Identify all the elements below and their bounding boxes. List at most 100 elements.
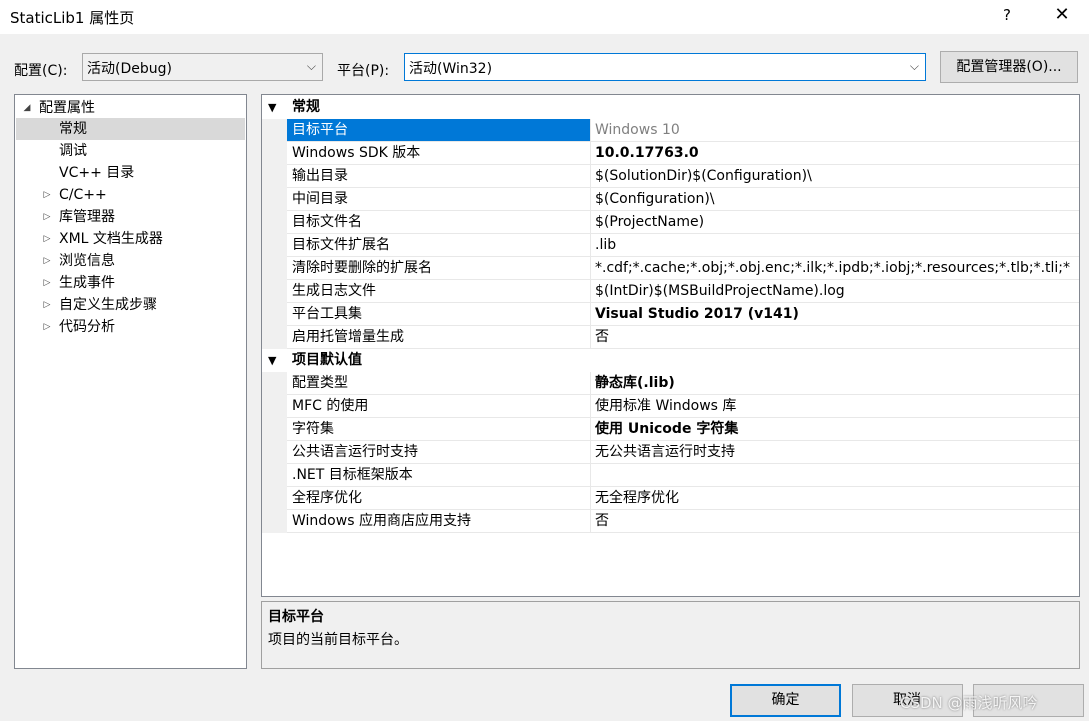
collapsed-triangle-icon[interactable]: ▷ [41,250,53,272]
tree-item-debugging[interactable]: 调试 [59,140,87,162]
category-project-defaults[interactable]: ▼ 项目默认值 [262,349,1079,372]
collapse-chevron-icon[interactable]: ▼ [268,96,276,119]
property-row[interactable]: 目标平台 Windows 10 [262,119,1079,142]
tree-item-label: 自定义生成步骤 [59,297,157,313]
configuration-manager-button[interactable]: 配置管理器(O)... [940,51,1078,83]
property-value[interactable]: Windows 10 [591,119,1079,142]
property-row[interactable]: Windows 应用商店应用支持 否 [262,510,1079,533]
property-row[interactable]: Windows SDK 版本 10.0.17763.0 [262,142,1079,165]
property-row[interactable]: 目标文件扩展名 .lib [262,234,1079,257]
property-name: 配置类型 [287,372,591,395]
property-value[interactable]: 否 [591,510,1079,533]
property-value[interactable]: 使用 Unicode 字符集 [591,418,1079,441]
category-label: 常规 [292,99,320,115]
property-row[interactable]: 生成日志文件 $(IntDir)$(MSBuildProjectName).lo… [262,280,1079,303]
help-button[interactable]: ? [999,6,1015,24]
property-row[interactable]: 公共语言运行时支持 无公共语言运行时支持 [262,441,1079,464]
property-name: 全程序优化 [287,487,591,510]
property-row[interactable]: 字符集 使用 Unicode 字符集 [262,418,1079,441]
property-name: 清除时要删除的扩展名 [287,257,591,280]
property-value[interactable]: 静态库(.lib) [591,372,1079,395]
property-name: 平台工具集 [287,303,591,326]
collapsed-triangle-icon[interactable]: ▷ [41,228,53,250]
property-value[interactable]: 无公共语言运行时支持 [591,441,1079,464]
property-grid[interactable]: ▼ 常规 目标平台 Windows 10 Windows SDK 版本 10.0… [261,94,1080,597]
property-value[interactable]: $(Configuration)\ [591,188,1079,211]
property-name: 公共语言运行时支持 [287,441,591,464]
collapsed-triangle-icon[interactable]: ▷ [41,184,53,206]
tree-item-build-events[interactable]: ▷ 生成事件 [41,272,241,294]
property-value[interactable]: *.cdf;*.cache;*.obj;*.obj.enc;*.ilk;*.ip… [591,257,1079,280]
tree-item-code-analysis[interactable]: ▷ 代码分析 [41,316,241,338]
property-value[interactable]: .lib [591,234,1079,257]
collapsed-triangle-icon[interactable]: ▷ [41,316,53,338]
tree-item-xml-doc-generator[interactable]: ▷ XML 文档生成器 [41,228,241,250]
property-row[interactable]: .NET 目标框架版本 [262,464,1079,487]
tree-item-librarian[interactable]: ▷ 库管理器 [41,206,241,228]
collapse-chevron-icon[interactable]: ▼ [268,349,276,372]
tree-item-c-cpp[interactable]: ▷ C/C++ [41,184,241,206]
property-row[interactable]: 清除时要删除的扩展名 *.cdf;*.cache;*.obj;*.obj.enc… [262,257,1079,280]
property-row[interactable]: 启用托管增量生成 否 [262,326,1079,349]
property-value[interactable]: $(ProjectName) [591,211,1079,234]
property-value[interactable] [591,464,1079,487]
ok-button[interactable]: 确定 [730,684,841,717]
collapsed-triangle-icon[interactable]: ▷ [41,206,53,228]
category-general[interactable]: ▼ 常规 [262,96,1079,119]
property-row[interactable]: 目标文件名 $(ProjectName) [262,211,1079,234]
property-row[interactable]: 输出目录 $(SolutionDir)$(Configuration)\ [262,165,1079,188]
configuration-dropdown[interactable]: 活动(Debug) ⌵ [82,53,323,81]
property-name: 字符集 [287,418,591,441]
property-name: 目标文件扩展名 [287,234,591,257]
tree-item-label: 配置属性 [39,100,95,116]
tree-item-browse-information[interactable]: ▷ 浏览信息 [41,250,241,272]
property-row[interactable]: 全程序优化 无全程序优化 [262,487,1079,510]
property-value[interactable]: 无全程序优化 [591,487,1079,510]
property-value[interactable]: $(IntDir)$(MSBuildProjectName).log [591,280,1079,303]
tree-item-vc-directories[interactable]: VC++ 目录 [59,162,134,184]
close-button[interactable]: ✕ [1052,4,1072,25]
tree-item-label: 调试 [59,143,87,159]
tree-item-label: 库管理器 [59,209,115,225]
property-name: .NET 目标框架版本 [287,464,591,487]
property-value[interactable]: $(SolutionDir)$(Configuration)\ [591,165,1079,188]
tree-item-label: 常规 [59,121,87,137]
description-title: 目标平台 [268,609,324,625]
tree-item-label: C/C++ [59,187,107,203]
property-name: 启用托管增量生成 [287,326,591,349]
property-value[interactable]: 10.0.17763.0 [591,142,1079,165]
property-row[interactable]: 中间目录 $(Configuration)\ [262,188,1079,211]
property-value[interactable]: Visual Studio 2017 (v141) [591,303,1079,326]
collapsed-triangle-icon[interactable]: ▷ [41,294,53,316]
chevron-down-icon: ⌵ [306,59,316,73]
property-name: Windows SDK 版本 [287,142,591,165]
platform-value: 活动(Win32) [409,61,493,77]
property-name: 目标平台 [287,119,591,142]
tree-item-label: 浏览信息 [59,253,115,269]
property-row[interactable]: MFC 的使用 使用标准 Windows 库 [262,395,1079,418]
property-row[interactable]: 平台工具集 Visual Studio 2017 (v141) [262,303,1079,326]
property-name: MFC 的使用 [287,395,591,418]
property-value[interactable]: 使用标准 Windows 库 [591,395,1079,418]
property-name: 中间目录 [287,188,591,211]
expanded-triangle-icon[interactable]: ◢ [21,97,33,119]
title-bar: StaticLib1 属性页 ? ✕ [0,0,1089,34]
collapsed-triangle-icon[interactable]: ▷ [41,272,53,294]
watermark: CSDN @雨浅听风吟 [900,694,1038,712]
property-name: 生成日志文件 [287,280,591,303]
property-name: 目标文件名 [287,211,591,234]
property-tree[interactable]: ◢ 配置属性 常规 调试 VC++ 目录 ▷ C/C++ ▷ 库管理器 ▷ XM… [14,94,247,669]
property-name: Windows 应用商店应用支持 [287,510,591,533]
property-row[interactable]: 配置类型 静态库(.lib) [262,372,1079,395]
platform-dropdown[interactable]: 活动(Win32) ⌵ [404,53,926,81]
tree-item-label: 代码分析 [59,319,115,335]
property-value[interactable]: 否 [591,326,1079,349]
tree-item-custom-build-step[interactable]: ▷ 自定义生成步骤 [41,294,241,316]
platform-label: 平台(P): [337,63,390,79]
configuration-label: 配置(C): [14,63,68,79]
tree-item-label: 生成事件 [59,275,115,291]
tree-item-label: VC++ 目录 [59,165,135,181]
category-label: 项目默认值 [292,352,362,368]
property-name: 输出目录 [287,165,591,188]
tree-item-general[interactable]: 常规 [16,118,245,140]
